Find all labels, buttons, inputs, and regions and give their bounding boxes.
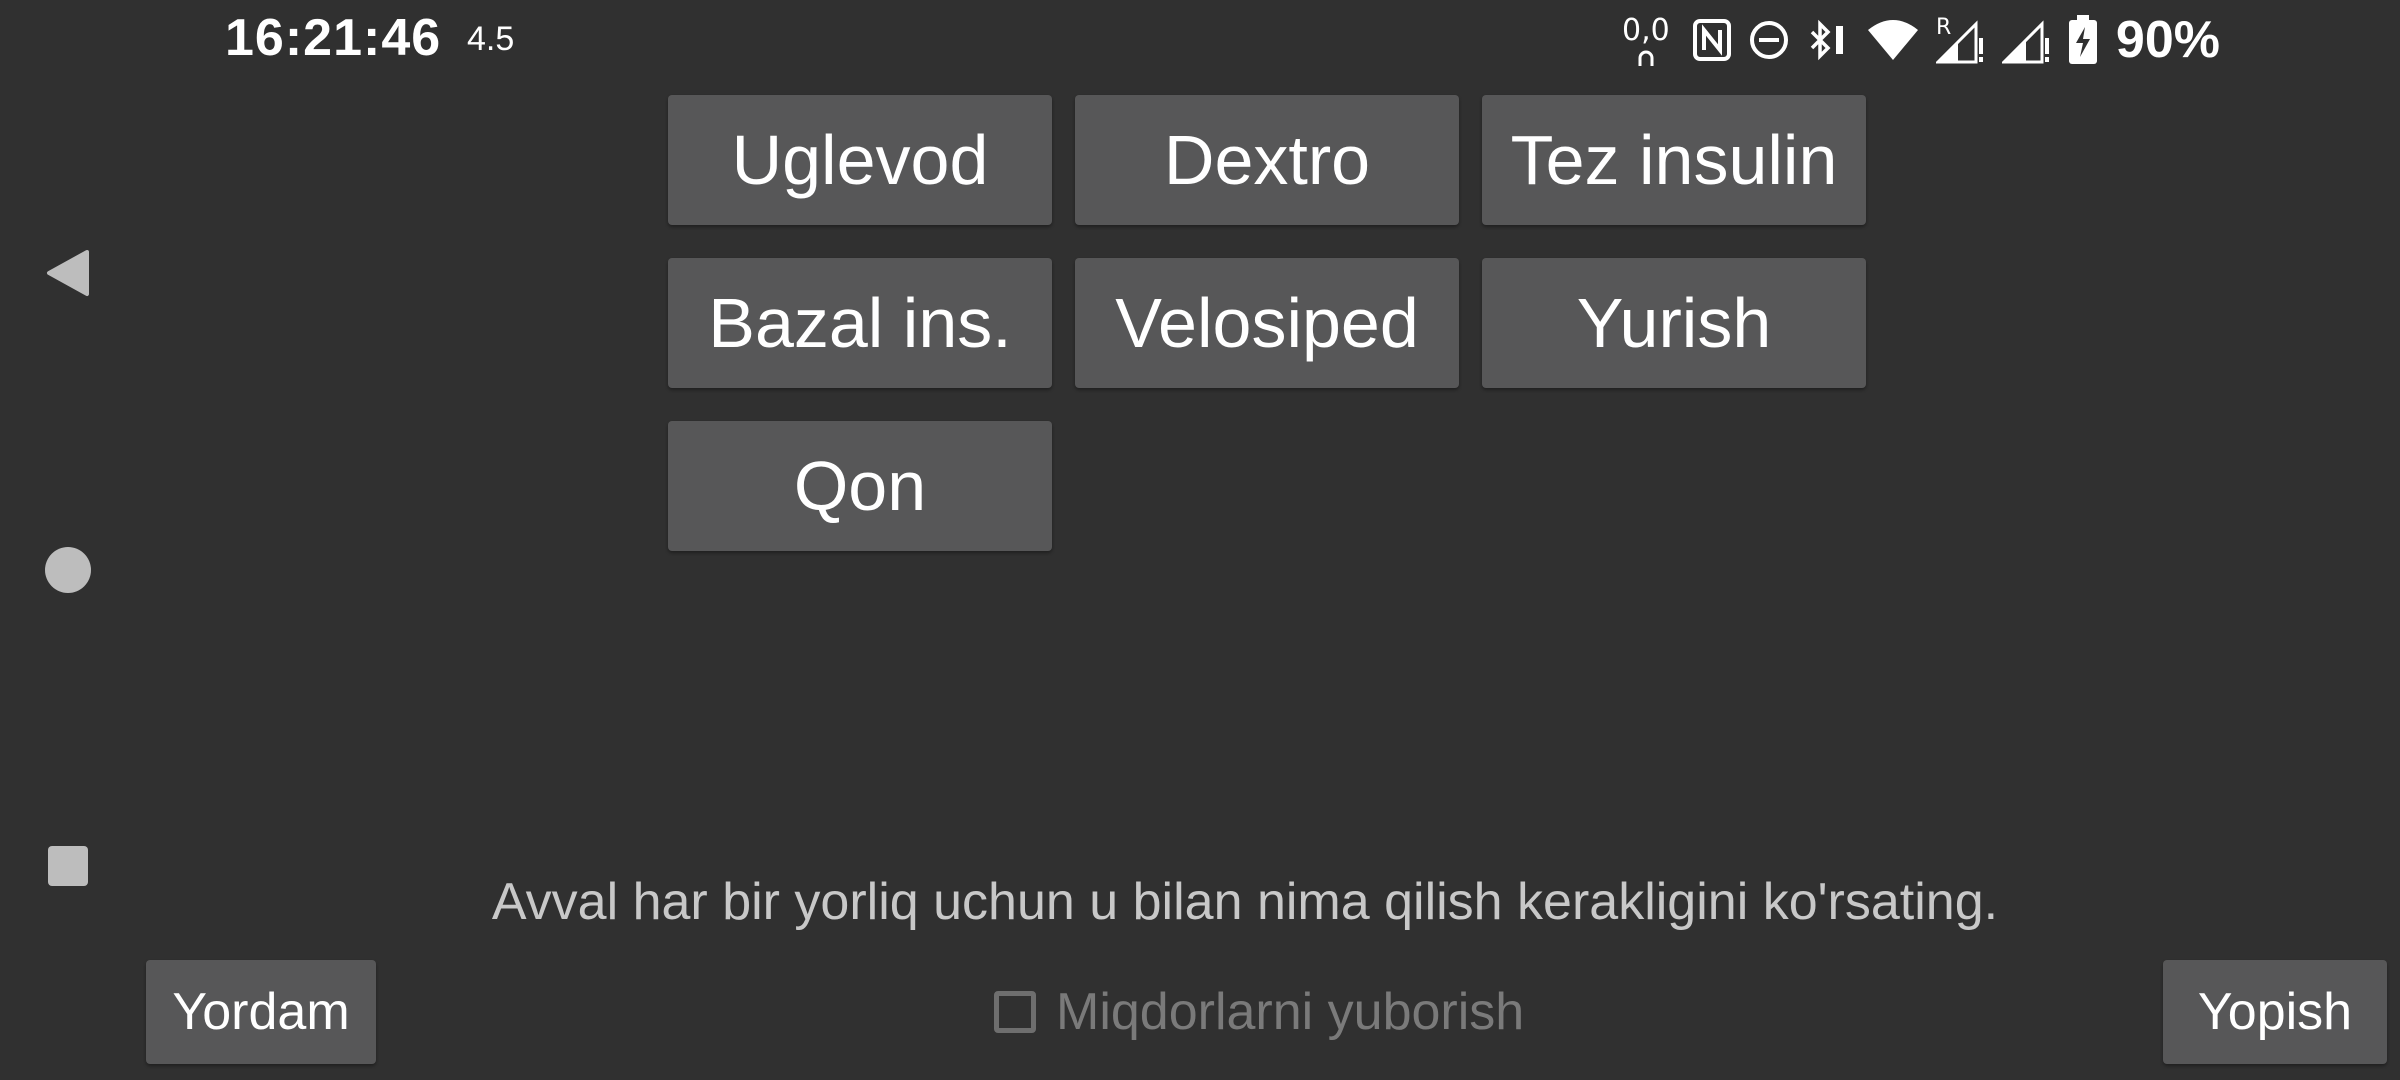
- tag-button-tez-insulin[interactable]: Tez insulin: [1482, 95, 1866, 225]
- signal-roaming-icon: R: [1935, 14, 1986, 66]
- tag-button-bazal-ins[interactable]: Bazal ins.: [668, 258, 1052, 388]
- status-time: 16:21:46: [225, 9, 442, 67]
- screen: 16:21:46 4.5 0,0 R 90% Uglevod Dextro Te…: [0, 0, 2400, 1080]
- back-icon: [47, 250, 89, 296]
- send-amounts-checkbox-row[interactable]: Miqdorlarni yuborish: [994, 980, 1524, 1044]
- back-button[interactable]: [38, 243, 98, 303]
- battery-charging-icon: [2068, 15, 2098, 65]
- home-icon: [45, 547, 91, 593]
- bluetooth-icon: [1806, 18, 1850, 62]
- signal-icon: [2001, 14, 2052, 66]
- roaming-label: R: [1936, 15, 1951, 40]
- instruction-text: Avval har bir yorliq uchun u bilan nima …: [491, 873, 1999, 931]
- do-not-disturb-icon: [1748, 19, 1790, 61]
- vr-glasses-icon: 0,0: [1620, 10, 1676, 70]
- status-icons: 0,0 R 90%: [1620, 10, 2220, 70]
- wifi-icon: [1866, 18, 1920, 62]
- tag-button-dextro[interactable]: Dextro: [1075, 95, 1459, 225]
- tag-button-yurish[interactable]: Yurish: [1482, 258, 1866, 388]
- nfc-icon: [1692, 18, 1732, 62]
- home-button[interactable]: [38, 540, 98, 600]
- status-bar: 16:21:46 4.5 0,0 R 90%: [0, 0, 2400, 80]
- tag-button-qon[interactable]: Qon: [668, 421, 1052, 551]
- tag-button-uglevod[interactable]: Uglevod: [668, 95, 1052, 225]
- help-button[interactable]: Yordam: [146, 960, 376, 1064]
- send-amounts-label: Miqdorlarni yuborish: [1056, 983, 1525, 1041]
- network-speed: 4.5: [467, 20, 515, 58]
- close-button[interactable]: Yopish: [2163, 960, 2387, 1064]
- tag-button-velosiped[interactable]: Velosiped: [1075, 258, 1459, 388]
- battery-percent: 90%: [2115, 11, 2220, 69]
- send-amounts-checkbox[interactable]: [994, 991, 1036, 1033]
- svg-text:0,0: 0,0: [1622, 13, 1670, 48]
